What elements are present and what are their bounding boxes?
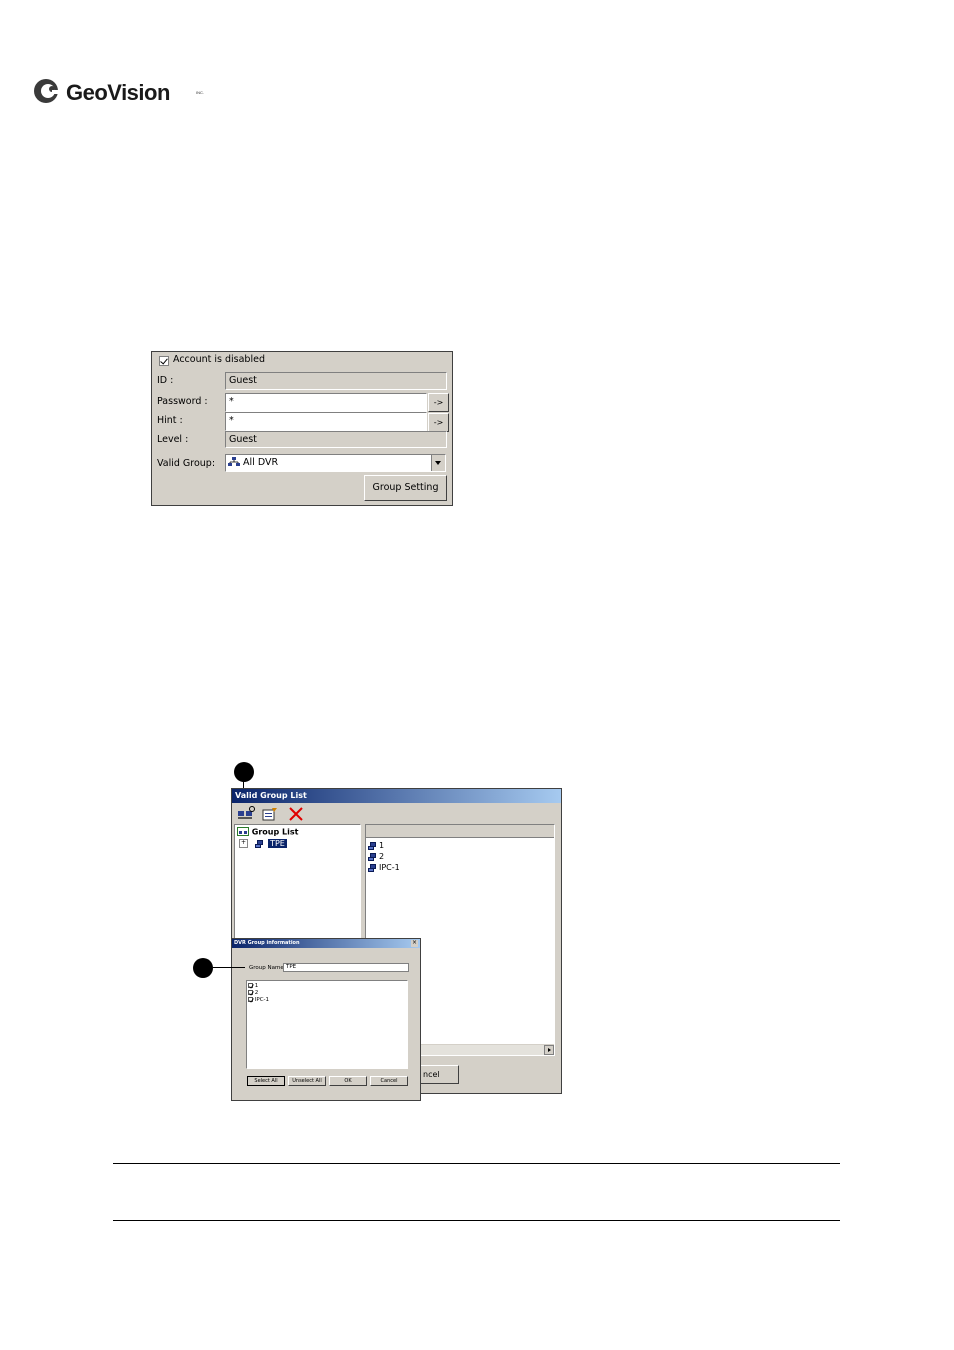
- computer-icon: [368, 863, 377, 872]
- computer-icon: [368, 841, 377, 850]
- account-panel: Account is disabled ID : Guest Password …: [151, 351, 453, 506]
- hint-field[interactable]: *: [225, 412, 427, 431]
- list-item[interactable]: IPC-1: [368, 862, 400, 873]
- list-item[interactable]: 2: [248, 990, 269, 997]
- expand-icon[interactable]: +: [239, 839, 248, 848]
- dialog-title: DVR Group information: [232, 939, 420, 948]
- valid-group-label: Valid Group:: [157, 458, 216, 469]
- device-checkbox[interactable]: [248, 983, 254, 989]
- list-header: [366, 825, 554, 838]
- chevron-down-icon[interactable]: [431, 455, 445, 471]
- valid-group-value: All DVR: [243, 457, 279, 468]
- brand-name: GeoVision: [66, 80, 170, 105]
- callout-marker-2: [193, 958, 213, 978]
- window-title: Valid Group List: [232, 789, 561, 803]
- id-label: ID :: [157, 375, 174, 386]
- id-field: Guest: [225, 372, 447, 390]
- device-checklist: 1 2 IPC-1: [246, 980, 408, 1069]
- group-name-label: Group Name: [249, 965, 284, 971]
- list-item[interactable]: 1: [368, 840, 400, 851]
- callout-marker-1: [234, 762, 254, 782]
- network-group-icon: [228, 457, 240, 468]
- list-item[interactable]: 2: [368, 851, 400, 862]
- geovision-logo-icon: [34, 79, 62, 103]
- callout-line-2: [213, 967, 245, 968]
- unselect-all-button[interactable]: Unselect All: [288, 1076, 326, 1086]
- hint-label: Hint :: [157, 415, 183, 426]
- group-setting-button[interactable]: Group Setting: [364, 475, 447, 501]
- list-item[interactable]: IPC-1: [248, 997, 269, 1004]
- list-item[interactable]: 1: [248, 983, 269, 990]
- password-label: Password :: [157, 396, 208, 407]
- divider-bottom: [113, 1220, 840, 1221]
- delete-icon[interactable]: [287, 806, 305, 822]
- ok-button[interactable]: OK: [329, 1076, 367, 1086]
- dialog-cancel-button[interactable]: Cancel: [370, 1076, 408, 1086]
- computer-icon: [368, 852, 377, 861]
- edit-group-icon[interactable]: [261, 806, 279, 822]
- scroll-right-icon[interactable]: [544, 1045, 554, 1055]
- dvr-group-information-dialog: DVR Group information × Group Name TPE 1…: [231, 938, 421, 1101]
- select-all-button[interactable]: Select All: [247, 1076, 285, 1086]
- account-disabled-label: Account is disabled: [173, 354, 265, 365]
- account-disabled-checkbox[interactable]: [159, 356, 169, 366]
- add-group-icon[interactable]: [237, 806, 255, 822]
- tree-item-tpe[interactable]: + TPE: [239, 839, 287, 848]
- password-arrow-button[interactable]: ->: [428, 393, 449, 412]
- close-icon[interactable]: ×: [411, 940, 418, 947]
- cancel-button[interactable]: ncel: [419, 1065, 459, 1084]
- password-field[interactable]: *: [225, 393, 427, 412]
- device-checkbox[interactable]: [248, 997, 254, 1003]
- group-list-root[interactable]: Group List: [237, 827, 298, 837]
- geovision-logo: GeoVision INC.: [32, 74, 204, 112]
- device-checkbox[interactable]: [248, 990, 254, 996]
- computer-icon: [254, 839, 264, 848]
- group-list-icon: [237, 827, 249, 836]
- hint-arrow-button[interactable]: ->: [428, 413, 449, 432]
- valid-group-select[interactable]: All DVR: [225, 454, 446, 472]
- level-label: Level :: [157, 434, 189, 445]
- group-name-input[interactable]: TPE: [283, 963, 409, 972]
- brand-trademark: INC.: [196, 90, 204, 95]
- divider-top: [113, 1163, 840, 1164]
- level-field: Guest: [225, 431, 447, 448]
